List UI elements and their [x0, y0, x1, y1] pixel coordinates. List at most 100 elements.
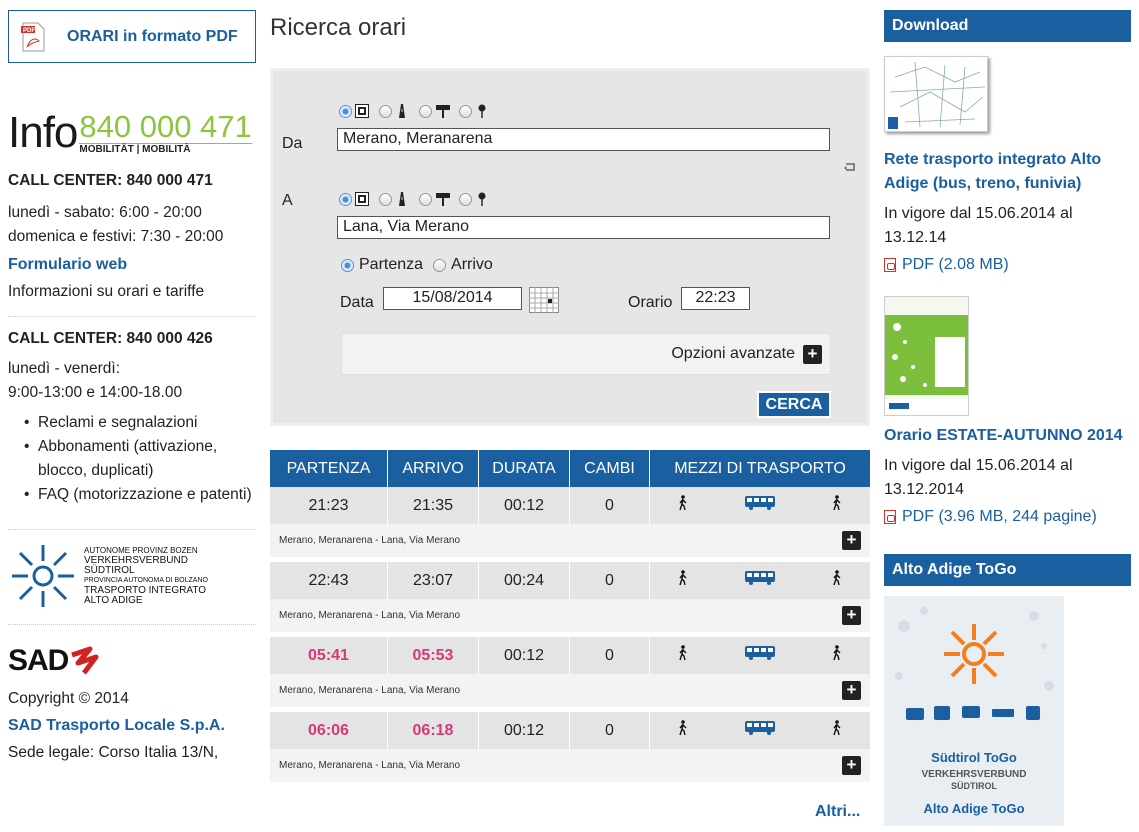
from-type-selector: [339, 104, 499, 118]
changes: 0: [570, 712, 650, 749]
results-table: PARTENZA ARRIVO DURATA CAMBI MEZZI DI TR…: [270, 450, 870, 787]
stop-icon: [355, 104, 369, 118]
walk-icon: [678, 645, 688, 666]
from-input[interactable]: Merano, Meranarena: [337, 128, 830, 151]
from-type-stop-radio[interactable]: [339, 104, 352, 118]
column-header-transport: MEZZI DI TRASPORTO: [674, 459, 846, 477]
route-description: Merano, Meranarena - Lana, Via Merano: [279, 760, 461, 771]
arrival-time: 06:18: [388, 712, 479, 749]
sad-logo-mark-icon: [71, 646, 99, 675]
row-details: Merano, Meranarena - Lana, Via Merano +: [270, 524, 870, 557]
page-title: Ricerca orari: [270, 14, 407, 41]
row-details: Merano, Meranarena - Lana, Via Merano +: [270, 749, 870, 782]
road-icon: [395, 192, 409, 206]
expand-plus-icon[interactable]: +: [842, 681, 861, 700]
signpost-icon: [435, 104, 450, 118]
arrival-label: Arrivo: [451, 256, 493, 273]
download-header: Download: [884, 10, 1131, 42]
table-row[interactable]: 22:43 23:07 00:24 0: [270, 562, 870, 599]
summer-timetable-cover[interactable]: [884, 296, 969, 416]
company-address: Sede legale: Corso Italia 13/N,: [8, 744, 219, 761]
table-row[interactable]: 06:06 06:18 00:12 0: [270, 712, 870, 749]
stop-icon: [355, 192, 369, 206]
route-description: Merano, Meranarena - Lana, Via Merano: [279, 535, 461, 546]
column-header-duration: DURATA: [479, 450, 570, 487]
pdf-file-icon: PDF: [17, 21, 49, 53]
departure-radio[interactable]: [341, 258, 354, 272]
togo-header: Alto Adige ToGo: [884, 554, 1131, 586]
from-type-coordinate-radio[interactable]: [459, 104, 472, 118]
departure-time: 22:43: [270, 562, 388, 599]
pdf-icon: [884, 258, 896, 272]
arrival-radio[interactable]: [433, 258, 447, 272]
to-type-address-radio[interactable]: [379, 192, 392, 206]
togo-banner-line: Alto Adige ToGo: [923, 801, 1025, 816]
sad-logo: SAD: [8, 641, 256, 681]
column-header-departure: PARTENZA: [270, 450, 388, 487]
pdf-timetables-button[interactable]: PDF ORARI in formato PDF: [8, 10, 256, 63]
callcenter-2-hours-1: lunedì - venerdì:: [8, 360, 121, 377]
togo-banner[interactable]: Südtirol ToGo VERKEHRSVERBUND SÜDTIROL A…: [884, 596, 1064, 826]
download-item-1-pdf-link[interactable]: PDF (2.08 MB): [884, 256, 1131, 274]
expand-plus-icon[interactable]: +: [842, 531, 861, 550]
arrival-time: 23:07: [388, 562, 479, 599]
plus-icon: +: [803, 344, 822, 364]
download-item-2-pdf-link[interactable]: PDF (3.96 MB, 244 pagine): [884, 508, 1131, 526]
company-link[interactable]: SAD Trasporto Locale S.p.A.: [8, 717, 256, 735]
to-type-poi-radio[interactable]: [419, 192, 432, 206]
walk-icon: [832, 645, 842, 666]
to-type-stop-radio[interactable]: [339, 192, 352, 206]
to-type-coordinate-radio[interactable]: [459, 192, 472, 206]
table-body: 21:23 21:35 00:12 0 Merano, Meranarena - Lan…: [270, 487, 870, 782]
pin-icon: [475, 192, 489, 206]
duration: 00:12: [479, 487, 570, 524]
web-form-link[interactable]: Formulario web: [8, 256, 256, 274]
callcenter-1-title: CALL CENTER: 840 000 471: [8, 172, 213, 189]
info-logo-sub: MOBILITÄT | MOBILITÀ: [79, 143, 252, 155]
download-item-1-validity: In vigore dal 15.06.2014 al 13.12.14: [884, 205, 1073, 246]
arrival-time: 21:35: [388, 487, 479, 524]
time-input[interactable]: 22:23: [681, 287, 750, 310]
divider: [8, 529, 256, 530]
expand-plus-icon[interactable]: +: [842, 606, 861, 625]
walk-icon: [832, 495, 842, 516]
table-row[interactable]: 05:41 05:53 00:12 0: [270, 637, 870, 674]
row-details: Merano, Meranarena - Lana, Via Merano +: [270, 599, 870, 632]
table-row[interactable]: 21:23 21:35 00:12 0: [270, 487, 870, 524]
date-input[interactable]: 15/08/2014: [383, 287, 522, 310]
download-item-1-title[interactable]: Rete trasporto integrato Alto Adige (bus…: [884, 148, 1131, 196]
departure-time: 06:06: [270, 712, 388, 749]
search-button[interactable]: CERCA: [757, 391, 831, 418]
walk-icon: [678, 720, 688, 741]
transport-modes: [650, 637, 870, 674]
pdf-link-label: PDF (2.08 MB): [902, 256, 1009, 273]
to-input[interactable]: Lana, Via Merano: [337, 216, 830, 239]
changes: 0: [570, 637, 650, 674]
vv-logo-line: SÜDTIROL: [84, 565, 135, 576]
callcenter-1-hours-2: domenica e festivi: 7:30 - 20:00: [8, 228, 224, 245]
pdf-icon: [884, 510, 896, 524]
download-item-2-title[interactable]: Orario ESTATE-AUTUNNO 2014: [884, 424, 1131, 448]
time-label: Orario: [628, 294, 673, 311]
walk-icon: [678, 495, 688, 516]
table-header: PARTENZA ARRIVO DURATA CAMBI MEZZI DI TR…: [270, 450, 870, 487]
bus-icon: [744, 645, 776, 666]
from-type-address-radio[interactable]: [379, 104, 392, 118]
advanced-options-label: Opzioni avanzate: [671, 345, 795, 362]
departure-time: 21:23: [270, 487, 388, 524]
network-map-thumbnail[interactable]: [884, 56, 988, 132]
expand-plus-icon[interactable]: +: [842, 756, 861, 775]
svg-text:PDF: PDF: [23, 28, 35, 34]
right-sidebar: Download Rete trasporto integrato Alto A…: [884, 10, 1131, 826]
togo-banner-line: Südtirol ToGo: [931, 750, 1017, 765]
from-type-poi-radio[interactable]: [419, 104, 432, 118]
calendar-icon[interactable]: [529, 287, 559, 318]
more-results-link[interactable]: Altri...: [815, 803, 860, 821]
transport-modes: [650, 712, 870, 749]
duration: 00:12: [479, 712, 570, 749]
callcenter-1-hours-1: lunedì - sabato: 6:00 - 20:00: [8, 204, 202, 221]
route-description: Merano, Meranarena - Lana, Via Merano: [279, 610, 461, 621]
advanced-options-toggle[interactable]: Opzioni avanzate +: [341, 333, 831, 375]
swap-icon[interactable]: [843, 159, 857, 178]
departure-time: 05:41: [270, 637, 388, 674]
